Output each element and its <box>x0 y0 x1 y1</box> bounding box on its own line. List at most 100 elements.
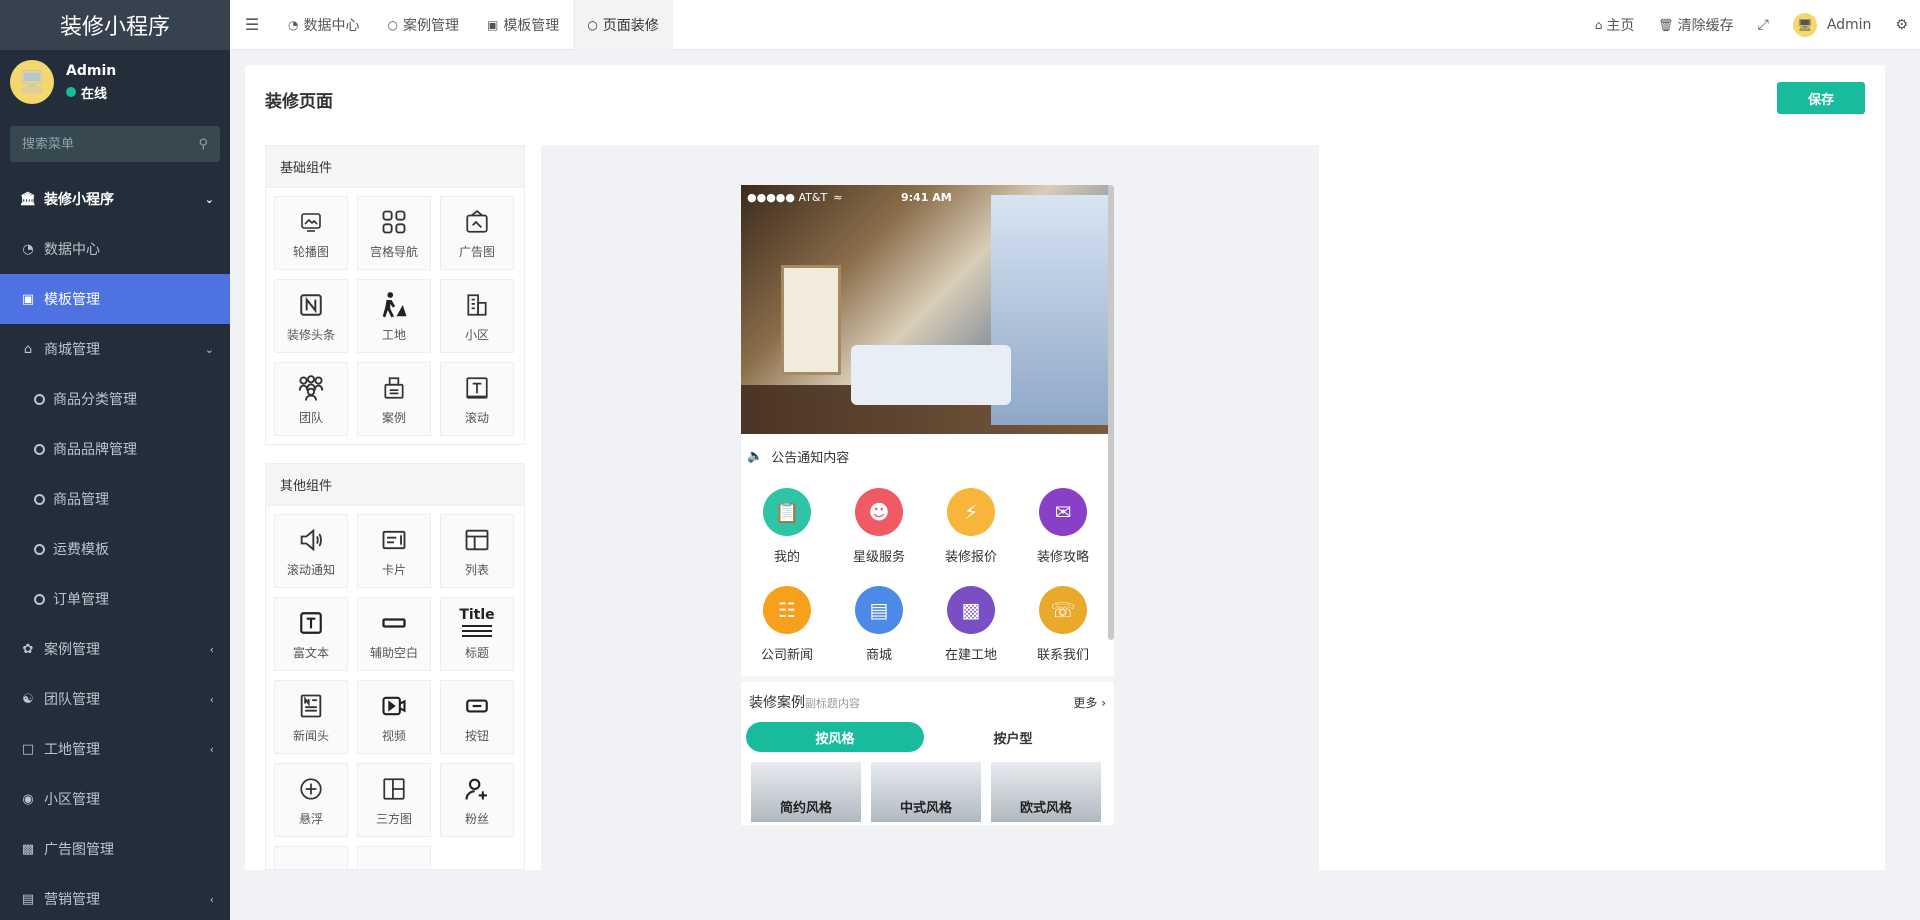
bank-icon: 🏛 <box>19 191 37 207</box>
nav-item-site[interactable]: ▩ 在建工地 <box>925 578 1017 670</box>
sidebar-item-team[interactable]: ☯ 团队管理 ‹ <box>0 674 230 724</box>
tab-by-layout[interactable]: 按户型 <box>924 722 1102 752</box>
sidebar-item-label: 案例管理 <box>44 642 100 658</box>
menu-toggle-icon[interactable]: ☰ <box>230 0 274 50</box>
trash-icon: 🗑 <box>1658 17 1674 32</box>
fullscreen-icon[interactable]: ⤢ <box>1746 0 1781 50</box>
component-scroll[interactable]: 滚动 <box>440 362 514 436</box>
chevron-left-icon: ‹ <box>209 692 214 706</box>
sidebar-item-orders[interactable]: 订单管理 <box>0 574 230 624</box>
sidebar-item-cases[interactable]: ✿ 案例管理 ‹ <box>0 624 230 674</box>
nav-item-guide[interactable]: ✉ 装修攻略 <box>1017 480 1109 572</box>
component-community[interactable]: 小区 <box>440 279 514 353</box>
tab-cases[interactable]: ○ 案例管理 <box>373 0 472 50</box>
component-news-header[interactable]: 新闻头 <box>274 680 348 754</box>
topbar: ☰ ◔ 数据中心 ○ 案例管理 ▣ 模板管理 ○ 页面装修 ⌂ 主页 🗑 清除缓… <box>230 0 1920 50</box>
tab-by-style[interactable]: 按风格 <box>746 722 924 752</box>
sidebar-item-label: 小区管理 <box>44 792 100 808</box>
tab-label: 数据中心 <box>303 17 360 34</box>
clear-cache-button[interactable]: 🗑 清除缓存 <box>1646 0 1745 50</box>
component-button[interactable]: 按钮 <box>440 680 514 754</box>
news-icon: ☷ <box>763 586 811 634</box>
sidebar-item-site[interactable]: □ 工地管理 ‹ <box>0 724 230 774</box>
settings-icon[interactable]: ⚙ <box>1883 0 1920 50</box>
user-menu[interactable]: 🖥 Admin <box>1781 0 1884 50</box>
sidebar-item-marketing[interactable]: ▤ 营销管理 ‹ <box>0 874 230 920</box>
sidebar-item-label: 团队管理 <box>44 692 100 708</box>
component-ad-image[interactable]: 广告图 <box>440 196 514 270</box>
case-card[interactable]: 简约风格 <box>751 762 861 822</box>
nav-item-news[interactable]: ☷ 公司新闻 <box>741 578 833 670</box>
home-link[interactable]: ⌂ 主页 <box>1583 0 1647 50</box>
sidebar-item-ads[interactable]: ▩ 广告图管理 <box>0 824 230 874</box>
nav-item-star-service[interactable]: ☻ 星级服务 <box>833 480 925 572</box>
banner-carousel[interactable]: ●●●●● AT&T ≈ 9:41 AM <box>741 185 1109 434</box>
other-components-panel: 其他组件 滚动通知 卡片 列表 富文本 辅助空白 Title 标题 新闻头 视频… <box>265 463 525 870</box>
template-icon: ▣ <box>21 291 35 307</box>
document-icon: 📋 <box>763 488 811 536</box>
search-input[interactable] <box>22 136 182 152</box>
component-title[interactable]: Title 标题 <box>440 597 514 671</box>
component-video[interactable]: 视频 <box>357 680 431 754</box>
nav-item-contact[interactable]: ☏ 联系我们 <box>1017 578 1109 670</box>
case-cards: 简约风格 中式风格 欧式风格 <box>741 754 1114 825</box>
component-list[interactable]: 列表 <box>440 514 514 588</box>
sidebar-item-goods[interactable]: 商品管理 <box>0 474 230 524</box>
nav-item-mall[interactable]: ▤ 商城 <box>833 578 925 670</box>
component-grid-nav[interactable]: 宫格导航 <box>357 196 431 270</box>
sidebar-item-label: 商城管理 <box>44 342 100 358</box>
phone-statusbar: ●●●●● AT&T ≈ 9:41 AM <box>741 185 1109 209</box>
sidebar-item-category[interactable]: 商品分类管理 <box>0 374 230 424</box>
case-card[interactable]: 欧式风格 <box>991 762 1101 822</box>
nav-item-quote[interactable]: ⚡ 装修报价 <box>925 480 1017 572</box>
speaker-icon <box>296 525 326 555</box>
avatar[interactable]: 🖥 <box>10 60 54 104</box>
sidebar-item-label: 营销管理 <box>44 892 100 908</box>
sidebar-item-label: 模板管理 <box>44 292 100 308</box>
profile-card-icon <box>379 865 409 869</box>
text-box-icon <box>296 608 326 638</box>
component-headline[interactable]: 装修头条 <box>274 279 348 353</box>
building-icon: ▩ <box>947 586 995 634</box>
notice-bar[interactable]: 🔈 公告通知内容 <box>741 434 1114 478</box>
sidebar-item-shipping[interactable]: 运费模板 <box>0 524 230 574</box>
panel-title: 其他组件 <box>266 464 524 506</box>
component-carousel[interactable]: 轮播图 <box>274 196 348 270</box>
tab-page-decoration[interactable]: ○ 页面装修 <box>573 0 673 50</box>
image-icon: ▩ <box>21 841 35 857</box>
sidebar-search: ⚲ <box>10 126 220 162</box>
sidebar-item-app[interactable]: 🏛 装修小程序 ⌄ <box>0 174 230 224</box>
sidebar-item-template[interactable]: ▣ 模板管理 <box>0 274 230 324</box>
component-site[interactable]: 工地 <box>357 279 431 353</box>
headset-icon: ☏ <box>1039 586 1087 634</box>
component-case[interactable]: 案例 <box>357 362 431 436</box>
chevron-down-icon: ⌄ <box>204 192 214 206</box>
sidebar-item-brand[interactable]: 商品品牌管理 <box>0 424 230 474</box>
component-extra-1[interactable] <box>274 846 348 869</box>
component-fans[interactable]: 粉丝 <box>440 763 514 837</box>
component-richtext[interactable]: 富文本 <box>274 597 348 671</box>
case-card[interactable]: 中式风格 <box>871 762 981 822</box>
component-float[interactable]: 悬浮 <box>274 763 348 837</box>
tab-data-center[interactable]: ◔ 数据中心 <box>274 0 373 50</box>
component-team[interactable]: 团队 <box>274 362 348 436</box>
circle-icon <box>34 543 45 555</box>
sidebar-item-mall[interactable]: ⌂ 商城管理 ⌄ <box>0 324 230 374</box>
save-button[interactable]: 保存 <box>1777 82 1865 114</box>
topbar-right: ⌂ 主页 🗑 清除缓存 ⤢ 🖥 Admin ⚙ <box>1583 0 1920 50</box>
wifi-icon: ≈ <box>833 190 843 204</box>
marketing-icon: ▤ <box>21 891 35 907</box>
component-notice[interactable]: 滚动通知 <box>274 514 348 588</box>
component-spacer[interactable]: 辅助空白 <box>357 597 431 671</box>
sidebar-item-data-center[interactable]: ◔ 数据中心 <box>0 224 230 274</box>
search-icon[interactable]: ⚲ <box>198 137 208 152</box>
more-link[interactable]: 更多 › <box>1073 694 1106 711</box>
tab-templates[interactable]: ▣ 模板管理 <box>473 0 573 50</box>
component-extra-2[interactable] <box>357 846 431 869</box>
sidebar-item-community[interactable]: ◉ 小区管理 <box>0 774 230 824</box>
component-card[interactable]: 卡片 <box>357 514 431 588</box>
preview-scrollbar[interactable] <box>1108 185 1114 640</box>
tab-label: 页面装修 <box>602 17 659 34</box>
component-triple-image[interactable]: 三方图 <box>357 763 431 837</box>
nav-item-mine[interactable]: 📋 我的 <box>741 480 833 572</box>
